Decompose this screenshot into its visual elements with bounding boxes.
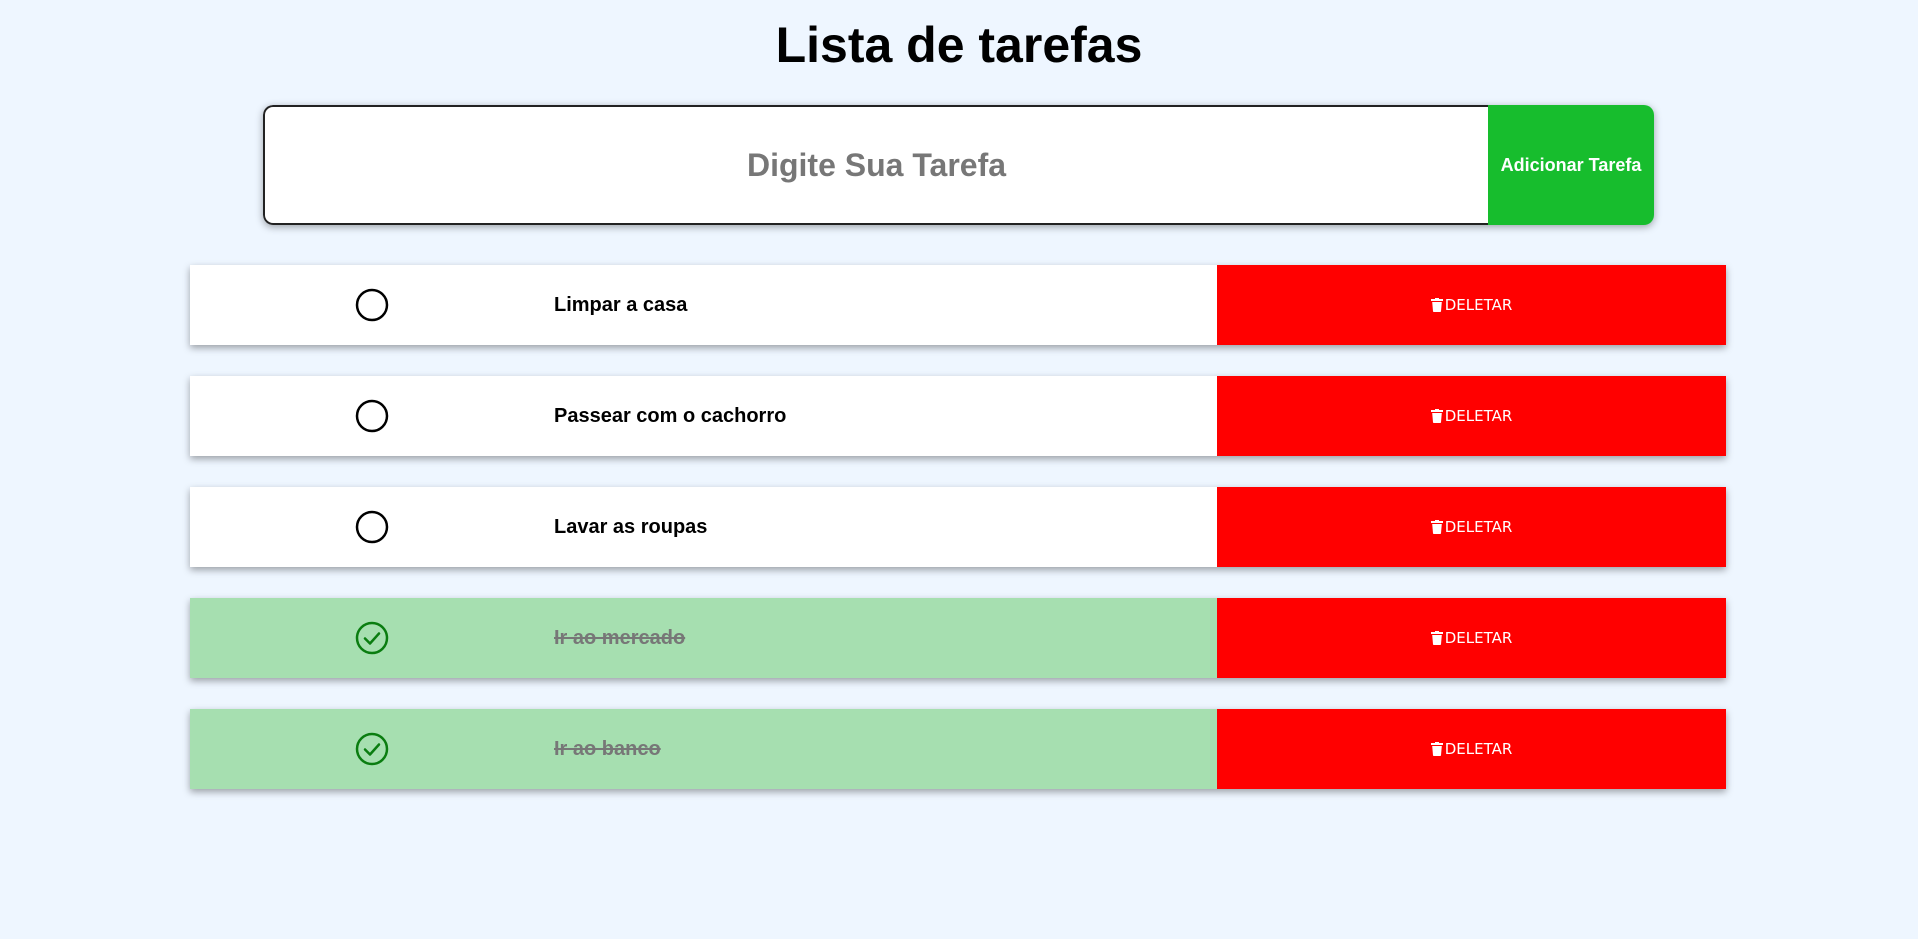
task-row-completed: Ir ao banco DELETAR [190, 709, 1726, 789]
task-item: Limpar a casa [190, 265, 1217, 345]
task-row: Lavar as roupas DELETAR [190, 487, 1726, 567]
delete-button[interactable]: DELETAR [1217, 709, 1726, 789]
task-row: Passear com o cachorro DELETAR [190, 376, 1726, 456]
task-list: Limpar a casa DELETAR Passear com o cach… [190, 265, 1726, 820]
task-text: Ir ao banco [554, 738, 661, 760]
circle-icon[interactable] [355, 288, 389, 322]
trash-icon [1430, 742, 1443, 756]
add-task-form: Adicionar Tarefa [263, 105, 1654, 225]
delete-label: DELETAR [1444, 407, 1513, 425]
task-row: Limpar a casa DELETAR [190, 265, 1726, 345]
task-text: Limpar a casa [554, 294, 688, 316]
task-item: Ir ao banco [190, 709, 1217, 789]
task-input[interactable] [263, 105, 1488, 225]
delete-label: DELETAR [1444, 296, 1513, 314]
task-text: Lavar as roupas [554, 516, 708, 538]
task-text: Ir ao mercado [554, 627, 686, 649]
trash-icon [1430, 520, 1443, 534]
delete-label: DELETAR [1444, 740, 1513, 758]
circle-icon[interactable] [355, 510, 389, 544]
task-item: Lavar as roupas [190, 487, 1217, 567]
delete-button[interactable]: DELETAR [1217, 376, 1726, 456]
add-task-button[interactable]: Adicionar Tarefa [1488, 105, 1654, 225]
circle-icon[interactable] [355, 399, 389, 433]
trash-icon [1430, 298, 1443, 312]
delete-button[interactable]: DELETAR [1217, 265, 1726, 345]
delete-label: DELETAR [1444, 629, 1513, 647]
delete-button[interactable]: DELETAR [1217, 487, 1726, 567]
trash-icon [1430, 409, 1443, 423]
delete-button[interactable]: DELETAR [1217, 598, 1726, 678]
trash-icon [1430, 631, 1443, 645]
task-text: Passear com o cachorro [554, 405, 787, 427]
page-title: Lista de tarefas [775, 17, 1143, 73]
check-circle-icon[interactable] [355, 621, 389, 655]
task-row-completed: Ir ao mercado DELETAR [190, 598, 1726, 678]
check-circle-icon[interactable] [355, 732, 389, 766]
task-item: Ir ao mercado [190, 598, 1217, 678]
delete-label: DELETAR [1444, 518, 1513, 536]
task-item: Passear com o cachorro [190, 376, 1217, 456]
